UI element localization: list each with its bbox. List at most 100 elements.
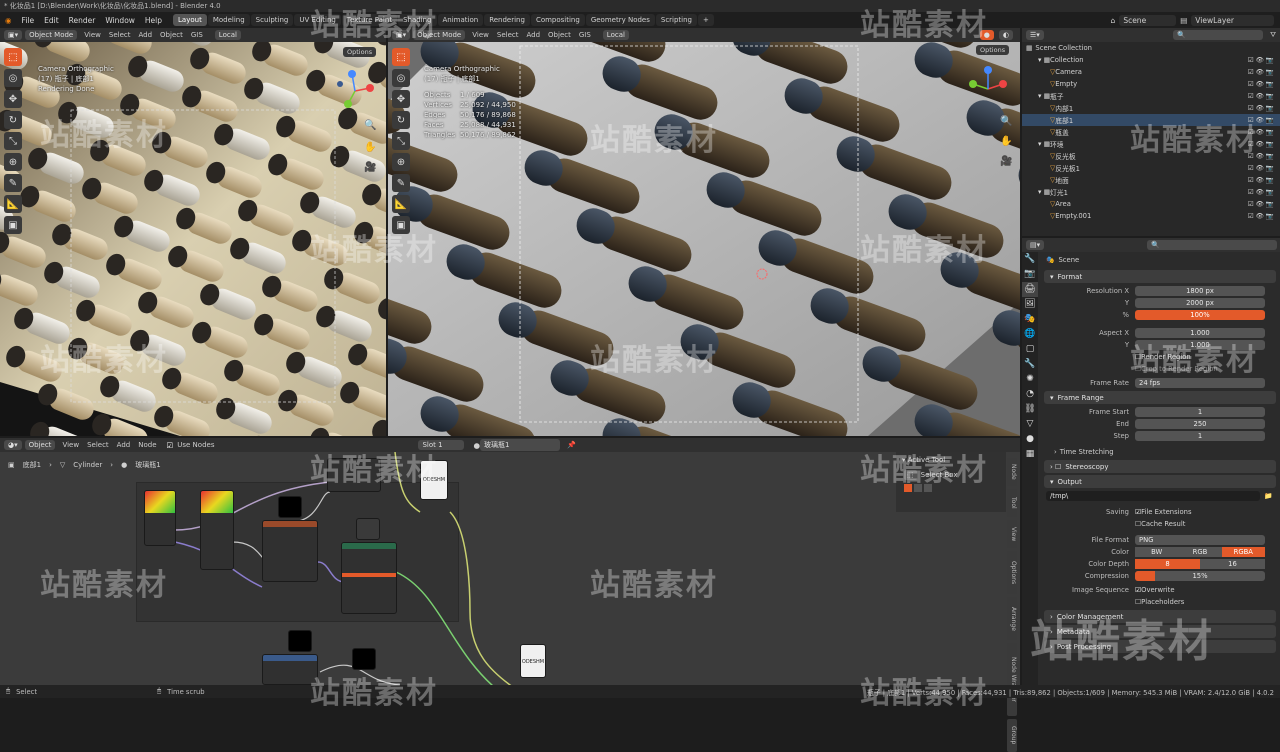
material-tab-icon[interactable]: ● xyxy=(1022,432,1038,447)
node-texture-1[interactable] xyxy=(327,458,381,492)
outliner-scene-collection[interactable]: ▦Scene Collection xyxy=(1022,42,1280,54)
post-processing-panel[interactable]: › Post Processing xyxy=(1044,640,1276,653)
zoom-icon[interactable]: 🔍 xyxy=(364,120,376,131)
visibility-icons[interactable]: ☑ 👁 📷 xyxy=(1248,128,1280,136)
outliner-item[interactable]: ▽ 底部1☑ 👁 📷 xyxy=(1022,114,1280,126)
node-sidebar-tab-node[interactable]: Node xyxy=(1007,458,1017,486)
measure-tool-icon-r[interactable]: 📐 xyxy=(392,195,410,213)
color-management-panel[interactable]: › Color Management xyxy=(1044,610,1276,623)
outliner-item[interactable]: ▽ 内部1☑ 👁 📷 xyxy=(1022,102,1280,114)
node-group-bottom[interactable] xyxy=(262,654,318,685)
use-nodes-checkbox[interactable]: ☑ xyxy=(167,441,174,450)
frame-end-field[interactable]: 250 xyxy=(1135,419,1265,429)
add-workspace-button[interactable]: + xyxy=(698,14,714,26)
outliner-item[interactable]: ▽ 瓶盖☑ 👁 📷 xyxy=(1022,126,1280,138)
menu-select[interactable]: Select xyxy=(83,441,113,449)
visibility-icons[interactable]: ☑ 👁 📷 xyxy=(1248,116,1280,124)
pin-icon[interactable]: 📌 xyxy=(563,441,580,449)
frame-range-panel[interactable]: ▾ Frame Range xyxy=(1044,391,1276,404)
modifier-tab-icon[interactable]: 🔧 xyxy=(1022,357,1038,372)
outliner-item[interactable]: ▾ ▦ 瓶子☑ 👁 📷 xyxy=(1022,90,1280,102)
frame-step-field[interactable]: 1 xyxy=(1135,431,1265,441)
orientation-dropdown[interactable]: Local xyxy=(215,30,241,40)
cursor-tool-icon-r[interactable]: ◎ xyxy=(392,69,410,87)
menu-view[interactable]: View xyxy=(468,31,493,39)
option-rgba[interactable]: RGBA xyxy=(1222,547,1265,557)
node-sidebar-tab-tool[interactable]: Tool xyxy=(1007,489,1017,517)
workspace-tab-uv-editing[interactable]: UV Editing xyxy=(294,14,341,26)
node-image-preview-1[interactable] xyxy=(278,496,302,518)
options-button-right[interactable]: Options xyxy=(976,45,1009,55)
rotate-tool-icon-r[interactable]: ↻ xyxy=(392,111,410,129)
navigation-gizmo[interactable] xyxy=(330,66,380,116)
outliner[interactable]: ☰▾ 🔍 ⛛ ▦Scene Collection ▾ ▦ Collection☑… xyxy=(1022,28,1280,236)
render-tab-icon[interactable]: 📷 xyxy=(1022,267,1038,282)
node-color-ramp-2[interactable] xyxy=(200,490,234,570)
resolution-y-field[interactable]: 2000 px xyxy=(1135,298,1265,308)
workspace-tab-layout[interactable]: Layout xyxy=(173,14,207,26)
menu-window[interactable]: Window xyxy=(100,16,140,25)
file-format-dropdown[interactable]: PNG xyxy=(1135,535,1265,545)
annotate-tool-icon-r[interactable]: ✎ xyxy=(392,174,410,192)
node-label-texture-2[interactable]: ODESHM xyxy=(520,644,546,678)
properties-editor-type[interactable]: ▤▾ xyxy=(1026,240,1044,250)
outliner-item[interactable]: ▽ 反光板1☑ 👁 📷 xyxy=(1022,162,1280,174)
options-button[interactable]: Options xyxy=(343,47,376,57)
transform-tool-icon[interactable]: ⊕ xyxy=(4,153,22,171)
outliner-item[interactable]: ▾ ▦ 环境☑ 👁 📷 xyxy=(1022,138,1280,150)
visibility-icons[interactable]: ☑ 👁 📷 xyxy=(1248,68,1280,76)
move-tool-icon-r[interactable]: ✥ xyxy=(392,90,410,108)
annotate-tool-icon[interactable]: ✎ xyxy=(4,174,22,192)
node-color-ramp-1[interactable] xyxy=(144,490,176,546)
outliner-item[interactable]: ▾ ▦ 灯光1☑ 👁 📷 xyxy=(1022,186,1280,198)
viewport-left[interactable]: ▣▾ Object Mode ViewSelectAddObjectGIS Lo… xyxy=(0,28,386,436)
physics-tab-icon[interactable]: ◔ xyxy=(1022,387,1038,402)
visibility-icons[interactable]: ☑ 👁 📷 xyxy=(1248,164,1280,172)
node-sidebar-tab-arrange[interactable]: Arrange xyxy=(1007,597,1017,640)
view-layer-tab-icon[interactable]: 🖼 xyxy=(1022,297,1038,312)
node-object-dropdown[interactable]: Object xyxy=(25,440,56,450)
workspace-tab-scripting[interactable]: Scripting xyxy=(656,14,697,26)
folder-icon[interactable]: 📁 xyxy=(1264,492,1272,500)
workspace-tab-shading[interactable]: Shading xyxy=(398,14,436,26)
outliner-item[interactable]: ▽ 地面☑ 👁 📷 xyxy=(1022,174,1280,186)
visibility-icons[interactable]: ☑ 👁 📷 xyxy=(1248,80,1280,88)
zoom-icon-right[interactable]: 🔍 xyxy=(1000,116,1012,127)
add-cube-tool-icon-r[interactable]: ▣ xyxy=(392,216,410,234)
aspect-x-field[interactable]: 1.000 xyxy=(1135,328,1265,338)
move-tool-icon[interactable]: ✥ xyxy=(4,90,22,108)
menu-help[interactable]: Help xyxy=(140,16,167,25)
resolution-x-field[interactable]: 1800 px xyxy=(1135,286,1265,296)
node-label-texture[interactable]: ODESHM xyxy=(420,460,448,500)
time-stretching-subpanel[interactable]: › Time Stretching xyxy=(1040,446,1280,458)
visibility-icons[interactable]: ☑ 👁 📷 xyxy=(1248,200,1280,208)
workspace-tab-sculpting[interactable]: Sculpting xyxy=(251,14,294,26)
metadata-panel[interactable]: › Metadata xyxy=(1044,625,1276,638)
orientation-dropdown-right[interactable]: Local xyxy=(603,30,629,40)
node-sidebar-tab-group[interactable]: Group xyxy=(1007,719,1017,752)
menu-select[interactable]: Select xyxy=(493,31,523,39)
node-principled-bsdf[interactable] xyxy=(341,542,397,614)
outliner-item[interactable]: ▽ Area☑ 👁 📷 xyxy=(1022,198,1280,210)
menu-gis[interactable]: GIS xyxy=(575,31,595,39)
select-tool-icon-r[interactable]: ⬚ xyxy=(392,48,410,66)
visibility-icons[interactable]: ☑ 👁 📷 xyxy=(1248,104,1280,112)
menu-edit[interactable]: Edit xyxy=(39,16,64,25)
menu-render[interactable]: Render xyxy=(64,16,101,25)
menu-file[interactable]: File xyxy=(17,16,40,25)
visibility-icons[interactable]: ☑ 👁 📷 xyxy=(1248,212,1280,220)
node-preview-gray[interactable] xyxy=(356,518,380,540)
select-mode-buttons[interactable] xyxy=(896,482,1006,494)
viewport-left-render[interactable]: ⬚ ◎ ✥ ↻ ⤡ ⊕ ✎ 📐 ▣ Camera Orthographic(17… xyxy=(0,42,386,436)
compression-slider[interactable]: 15% xyxy=(1135,571,1265,581)
node-sidebar-tab-view[interactable]: View xyxy=(1007,520,1017,548)
menu-object[interactable]: Object xyxy=(544,31,575,39)
constraints-tab-icon[interactable]: ⛓ xyxy=(1022,402,1038,417)
visibility-icons[interactable]: ☑ 👁 📷 xyxy=(1248,152,1280,160)
menu-add[interactable]: Add xyxy=(113,441,135,449)
option-bw[interactable]: BW xyxy=(1135,547,1178,557)
menu-add[interactable]: Add xyxy=(134,31,156,39)
tool-tab-icon[interactable]: 🔧 xyxy=(1022,252,1038,267)
menu-select[interactable]: Select xyxy=(105,31,135,39)
visibility-icons[interactable]: ☑ 👁 📷 xyxy=(1248,56,1280,64)
